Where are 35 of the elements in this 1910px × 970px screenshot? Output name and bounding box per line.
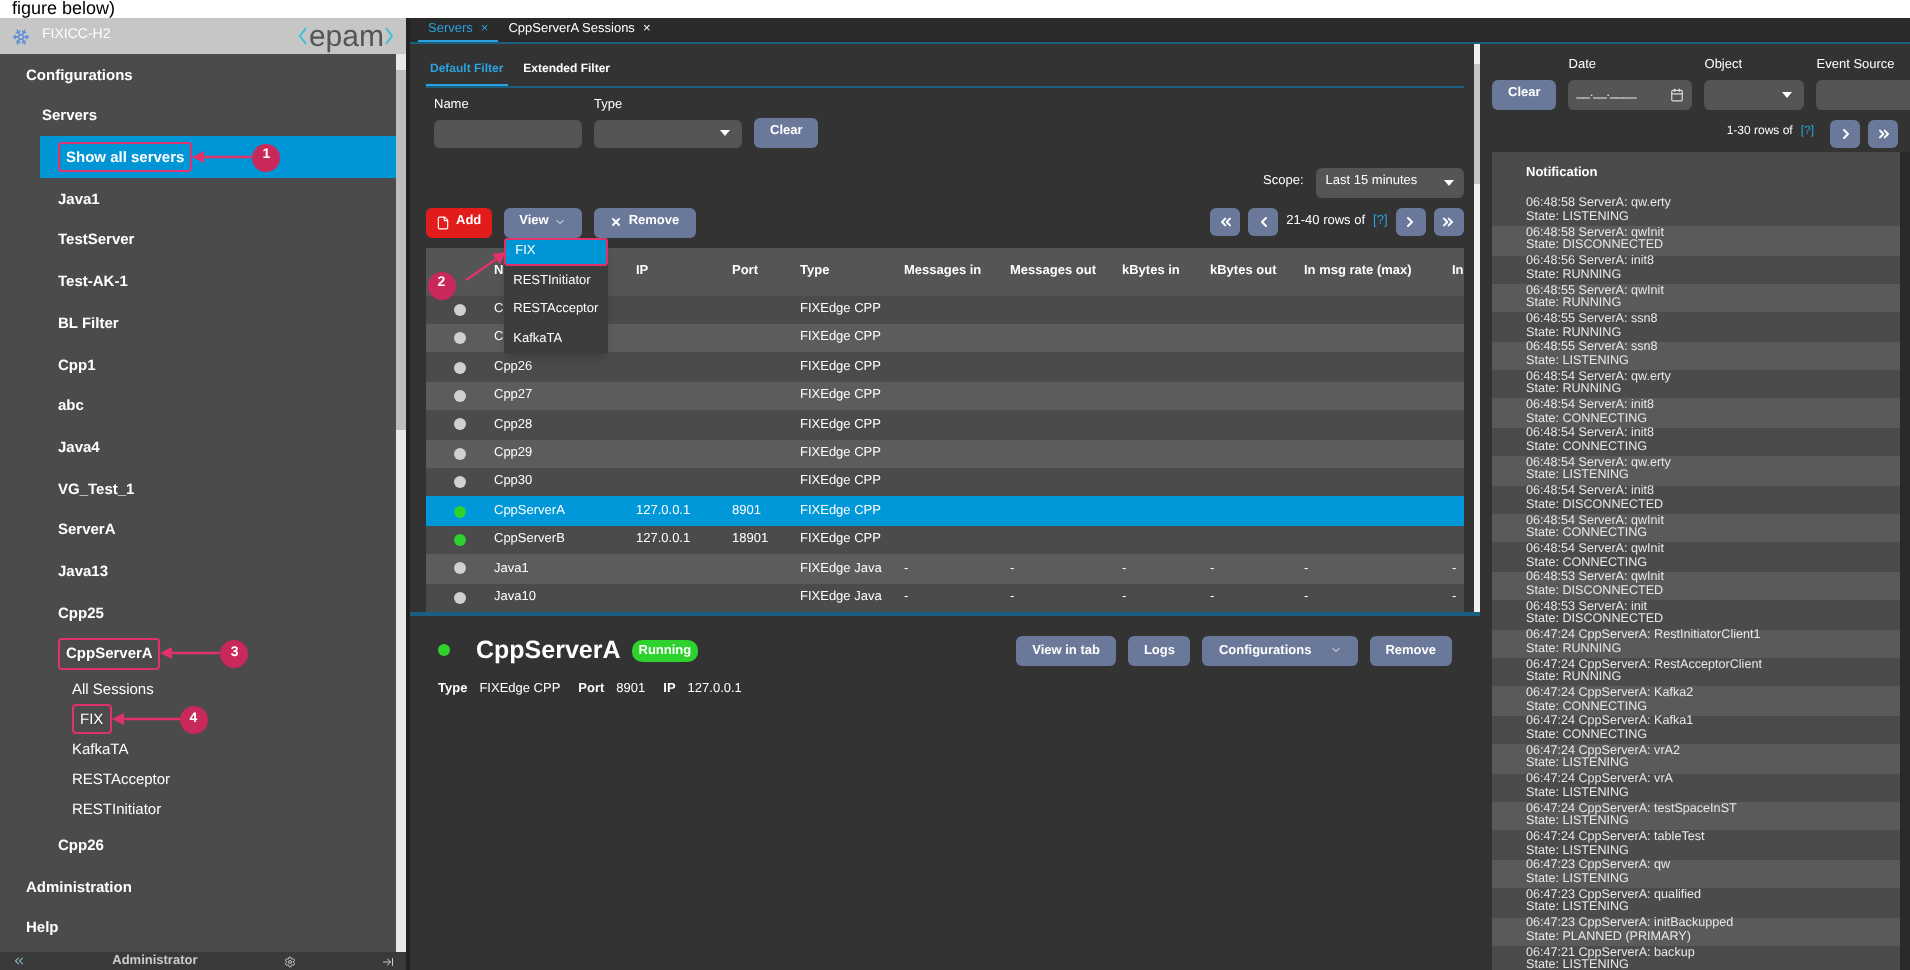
last-page-button[interactable] [1433, 208, 1464, 237]
snowflake-icon [12, 27, 30, 45]
dropdown-arrow-icon [1782, 91, 1793, 98]
next-page-button[interactable] [1830, 119, 1860, 148]
calendar-icon[interactable] [1670, 87, 1685, 102]
event-source-field[interactable] [1816, 79, 1910, 110]
callout-arrow [463, 249, 508, 282]
chevron-icon [554, 216, 567, 229]
next-page-button[interactable] [1395, 208, 1426, 237]
scrollbar[interactable] [1473, 44, 1480, 612]
logout-icon[interactable] [382, 955, 394, 967]
epam-logo: epam [298, 21, 394, 51]
chevron-right-icon [1402, 214, 1419, 231]
scrollbar[interactable] [396, 54, 406, 952]
collapse-icon[interactable] [12, 954, 26, 968]
settings-icon[interactable] [283, 955, 296, 967]
double-chevron-right-icon [1875, 125, 1891, 142]
first-page-button[interactable] [1210, 208, 1241, 237]
server-title: CppServerA [476, 634, 621, 668]
chevron-icon [1329, 644, 1342, 657]
document-icon [436, 215, 450, 230]
page-caption: figure below) [12, 0, 116, 18]
dropdown-arrow-icon [720, 130, 730, 137]
callout-arrow [111, 712, 180, 727]
x-icon [610, 216, 623, 229]
double-chevron-left-icon [1217, 214, 1234, 231]
chevron-left-icon [1255, 214, 1272, 231]
double-chevron-right-icon [1440, 214, 1457, 231]
last-page-button[interactable] [1868, 119, 1898, 148]
name-field[interactable] [434, 119, 582, 148]
dropdown-arrow-icon [1443, 179, 1454, 186]
callout-arrow [192, 150, 253, 165]
callout-arrow [160, 646, 221, 661]
previous-page-button[interactable] [1248, 208, 1279, 237]
chevron-right-icon [1837, 125, 1853, 142]
